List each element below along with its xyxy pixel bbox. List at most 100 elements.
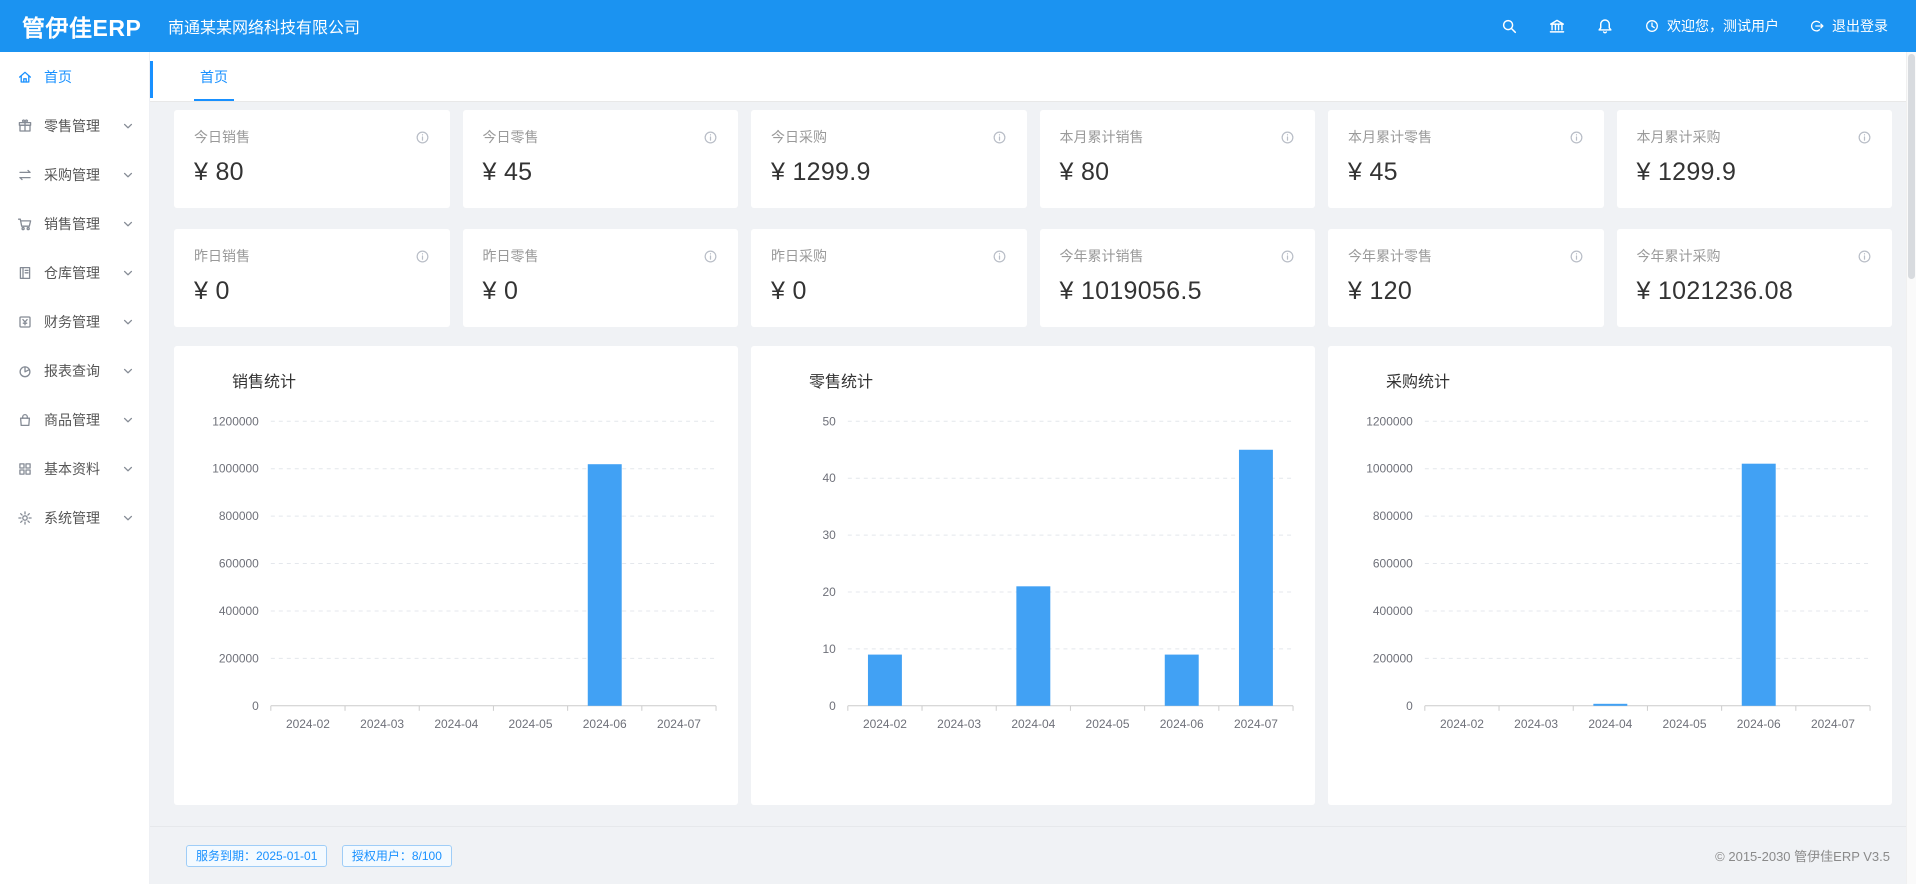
stat-card-title: 今日采购 (771, 127, 827, 147)
purchase-bar-chart: 0200000400000600000800000100000012000002… (1328, 400, 1892, 792)
stat-card-value: ¥ 1021236.08 (1637, 277, 1873, 306)
info-icon[interactable] (1280, 249, 1295, 264)
tab-home-label: 首页 (200, 67, 228, 87)
stat-card-month-sales: 本月累计销售 ¥ 80 (1040, 110, 1316, 208)
svg-text:2024-03: 2024-03 (1514, 717, 1558, 731)
stat-card-title: 昨日销售 (194, 246, 250, 266)
sidebar-item-sales[interactable]: 销售管理 (0, 199, 149, 248)
stat-card-today-purchase: 今日采购 ¥ 1299.9 (751, 110, 1027, 208)
stat-card-today-retail: 今日零售 ¥ 45 (463, 110, 739, 208)
svg-text:50: 50 (823, 414, 837, 428)
chevron-down-icon (120, 167, 136, 183)
finance-icon (17, 314, 33, 330)
tab-home[interactable]: 首页 (192, 52, 236, 101)
clock-icon (1644, 18, 1660, 34)
swap-icon (17, 167, 33, 183)
svg-text:400000: 400000 (219, 604, 259, 618)
home-icon (17, 69, 33, 85)
stat-card-title: 今年累计零售 (1348, 246, 1432, 266)
svg-text:200000: 200000 (219, 651, 259, 665)
stat-card-title: 今年累计采购 (1637, 246, 1721, 266)
svg-text:1200000: 1200000 (1366, 414, 1413, 428)
sidebar-item-warehouse[interactable]: 仓库管理 (0, 248, 149, 297)
stat-card-value: ¥ 80 (1060, 158, 1296, 187)
purchase-chart-title: 采购统计 (1386, 372, 1892, 394)
stat-card-month-purchase: 本月累计采购 ¥ 1299.9 (1617, 110, 1893, 208)
svg-text:2024-06: 2024-06 (583, 717, 627, 731)
svg-text:2024-05: 2024-05 (509, 717, 553, 731)
svg-text:1000000: 1000000 (212, 462, 259, 476)
sidebar-item-finance[interactable]: 财务管理 (0, 297, 149, 346)
cart-icon (17, 216, 33, 232)
footer-badges: 服务到期：2025-01-01 授权用户：8/100 (186, 847, 462, 865)
search-icon[interactable] (1500, 17, 1518, 35)
sales-chart-card: 销售统计 0 200000 400000 600000 800000 1000000 120… (174, 346, 738, 805)
chevron-down-icon (120, 461, 136, 477)
gear-icon (17, 510, 33, 526)
footer: 服务到期：2025-01-01 授权用户：8/100 © 2015-2030 管… (150, 826, 1916, 884)
stat-card-yesterday-sales: 昨日销售 ¥ 0 (174, 229, 450, 327)
svg-text:600000: 600000 (1373, 557, 1413, 571)
welcome-user-label: 欢迎您，测试用户 (1667, 16, 1779, 36)
sidebar-item-system[interactable]: 系统管理 (0, 493, 149, 542)
info-icon[interactable] (1857, 130, 1872, 145)
ledger-icon (17, 265, 33, 281)
svg-text:2024-02: 2024-02 (863, 717, 907, 731)
info-icon[interactable] (415, 249, 430, 264)
info-icon[interactable] (703, 249, 718, 264)
info-icon[interactable] (415, 130, 430, 145)
sidebar-item-basedata[interactable]: 基本资料 (0, 444, 149, 493)
top-navbar: 管伊佳ERP 南通某某网络科技有限公司 欢迎您，测试用户 退出登录 (0, 0, 1916, 52)
bell-icon[interactable] (1596, 17, 1614, 35)
svg-text:2024-06: 2024-06 (1160, 717, 1204, 731)
svg-text:0: 0 (829, 699, 836, 713)
chevron-down-icon (120, 363, 136, 379)
stat-card-value: ¥ 45 (483, 158, 719, 187)
logout-button[interactable]: 退出登录 (1809, 16, 1888, 36)
stat-card-value: ¥ 0 (483, 277, 719, 306)
info-icon[interactable] (992, 130, 1007, 145)
stat-card-value: ¥ 0 (194, 277, 430, 306)
stat-card-value: ¥ 1299.9 (771, 158, 1007, 187)
stat-card-value: ¥ 120 (1348, 277, 1584, 306)
retail-bar-chart: 010203040502024-022024-032024-042024-052… (751, 400, 1315, 792)
info-icon[interactable] (992, 249, 1007, 264)
info-icon[interactable] (1569, 249, 1584, 264)
svg-text:0: 0 (252, 699, 259, 713)
svg-text:0: 0 (1406, 699, 1413, 713)
svg-text:2024-04: 2024-04 (1588, 717, 1632, 731)
sidebar-item-home[interactable]: 首页 (0, 52, 149, 101)
svg-text:600000: 600000 (219, 557, 259, 571)
stat-card-today-sales: 今日销售 ¥ 80 (174, 110, 450, 208)
sidebar-item-purchase[interactable]: 采购管理 (0, 150, 149, 199)
stat-card-value: ¥ 1299.9 (1637, 158, 1873, 187)
sales-chart-title: 销售统计 (232, 372, 738, 394)
sidebar-item-goods[interactable]: 商品管理 (0, 395, 149, 444)
sidebar-item-reports[interactable]: 报表查询 (0, 346, 149, 395)
svg-text:800000: 800000 (219, 509, 259, 523)
chevron-down-icon (120, 118, 136, 134)
svg-text:2024-05: 2024-05 (1663, 717, 1707, 731)
svg-text:1200000: 1200000 (212, 414, 259, 428)
info-icon[interactable] (1857, 249, 1872, 264)
company-name: 南通某某网络科技有限公司 (168, 14, 360, 38)
svg-text:2024-04: 2024-04 (1011, 717, 1055, 731)
sidebar-item-retail[interactable]: 零售管理 (0, 101, 149, 150)
chevron-down-icon (120, 510, 136, 526)
logout-label: 退出登录 (1832, 16, 1888, 36)
retail-chart-title: 零售统计 (809, 372, 1315, 394)
info-icon[interactable] (1569, 130, 1584, 145)
stat-card-title: 本月累计零售 (1348, 127, 1432, 147)
svg-text:20: 20 (823, 585, 837, 599)
sales-bar-chart: 0 200000 400000 600000 800000 1000000 1200000 2… (174, 400, 738, 792)
stat-card-title: 今年累计销售 (1060, 246, 1144, 266)
info-icon[interactable] (703, 130, 718, 145)
welcome-user[interactable]: 欢迎您，测试用户 (1644, 16, 1779, 36)
svg-text:200000: 200000 (1373, 651, 1413, 665)
vertical-scrollbar[interactable] (1906, 52, 1916, 884)
purchase-chart-card: 采购统计 02000004000006000008000001000000120… (1328, 346, 1892, 805)
scrollbar-thumb[interactable] (1908, 54, 1915, 279)
bank-icon[interactable] (1548, 17, 1566, 35)
info-icon[interactable] (1280, 130, 1295, 145)
stat-card-value: ¥ 45 (1348, 158, 1584, 187)
